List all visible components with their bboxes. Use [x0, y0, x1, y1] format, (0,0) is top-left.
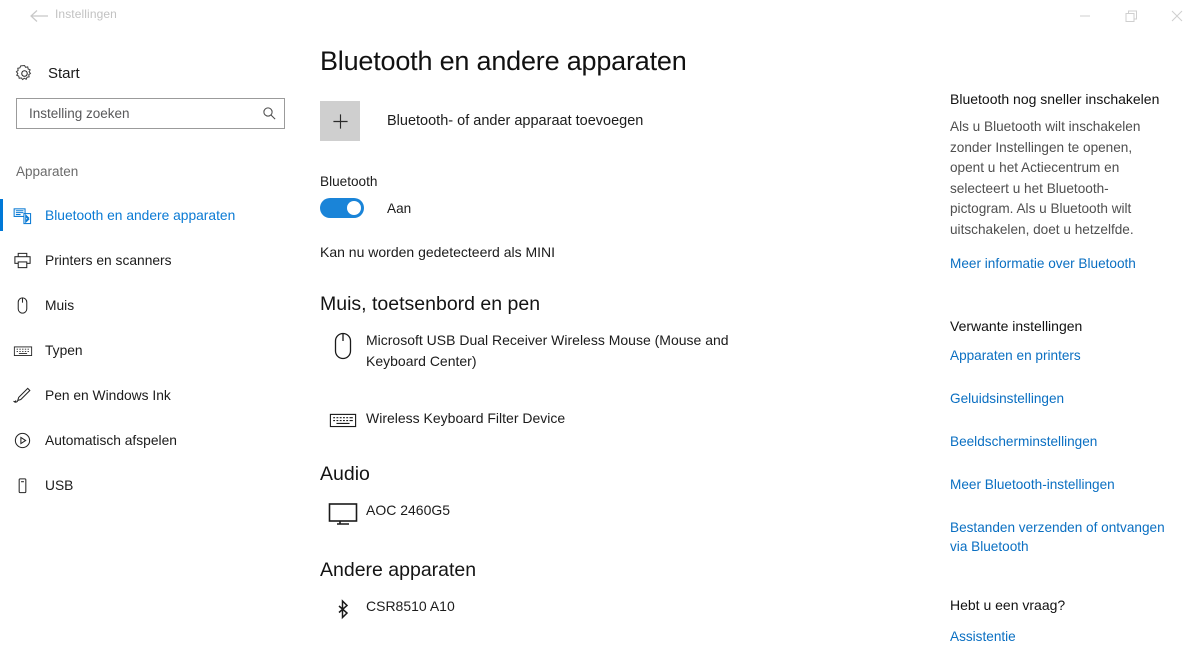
bluetooth-toggle[interactable]: [320, 198, 364, 218]
plus-icon: [320, 101, 360, 141]
sidebar-item-label: Bluetooth en andere apparaten: [45, 208, 236, 223]
selection-indicator: [0, 424, 3, 456]
right-panel: Bluetooth nog sneller inschakelen Als u …: [950, 32, 1200, 644]
search-box[interactable]: [16, 98, 285, 129]
device-row[interactable]: Microsoft USB Dual Receiver Wireless Mou…: [320, 330, 920, 372]
keyboard-icon: [320, 408, 366, 430]
bluetooth-toggle-state: Aan: [387, 200, 412, 216]
keyboard-icon: [0, 341, 45, 361]
link-assistentie[interactable]: Assistentie: [950, 627, 1200, 646]
sidebar-item-label: Pen en Windows Ink: [45, 388, 171, 403]
sidebar-item-label: Muis: [45, 298, 75, 313]
sidebar-nav-list: Bluetooth en andere apparaten Printers e…: [0, 193, 300, 508]
printer-icon: [0, 251, 45, 270]
device-name: CSR8510 A10: [366, 598, 455, 614]
device-name: Microsoft USB Dual Receiver Wireless Mou…: [366, 332, 729, 369]
device-name: AOC 2460G5: [366, 502, 451, 518]
link-beeldscherminstellingen[interactable]: Beeldscherminstellingen: [950, 432, 1175, 451]
sidebar-item-label: USB: [45, 478, 74, 493]
sidebar-group-label: Apparaten: [16, 164, 79, 179]
selection-indicator: [0, 379, 3, 411]
device-row[interactable]: CSR8510 A10: [320, 596, 920, 624]
selection-indicator: [0, 289, 3, 321]
related-settings-heading: Verwante instellingen: [950, 318, 1083, 334]
gear-icon: [0, 64, 48, 83]
tip-heading: Bluetooth nog sneller inschakelen: [950, 91, 1160, 107]
minimize-button[interactable]: [1062, 0, 1108, 32]
link-geluidsinstellingen[interactable]: Geluidsinstellingen: [950, 389, 1175, 408]
question-heading: Hebt u een vraag?: [950, 597, 1066, 613]
sidebar-item-muis[interactable]: Muis: [0, 283, 300, 328]
link-meer-informatie-over-bluetooth[interactable]: Meer informatie over Bluetooth: [950, 254, 1200, 273]
related-settings-links: Apparaten en printers Geluidsinstellinge…: [950, 346, 1200, 556]
selection-indicator: [0, 469, 3, 501]
search-input[interactable]: [17, 106, 254, 121]
search-icon: [254, 106, 284, 121]
link-apparaten-en-printers[interactable]: Apparaten en printers: [950, 346, 1175, 365]
add-device-label: Bluetooth- of ander apparaat toevoegen: [387, 113, 644, 129]
section-heading-input-devices: Muis, toetsenbord en pen: [320, 293, 541, 315]
sidebar-item-bluetooth-en-andere-apparaten[interactable]: Bluetooth en andere apparaten: [0, 193, 300, 238]
sidebar: Start Apparaten Bluetooth en andere appa…: [0, 32, 300, 638]
sidebar-item-typen[interactable]: Typen: [0, 328, 300, 373]
sidebar-item-pen-en-windows-ink[interactable]: Pen en Windows Ink: [0, 373, 300, 418]
add-device-button[interactable]: Bluetooth- of ander apparaat toevoegen: [320, 101, 920, 141]
autoplay-icon: [0, 431, 45, 450]
sidebar-item-usb[interactable]: USB: [0, 463, 300, 508]
app-title: Instellingen: [55, 7, 117, 21]
sidebar-item-automatisch-afspelen[interactable]: Automatisch afspelen: [0, 418, 300, 463]
link-bestanden-verzenden-of-ontvangen-via-bluetooth[interactable]: Bestanden verzenden of ontvangen via Blu…: [950, 518, 1175, 556]
selection-indicator: [0, 334, 3, 366]
selection-indicator: [0, 244, 3, 276]
tip-body: Als u Bluetooth wilt inschakelen zonder …: [950, 119, 1141, 237]
close-button[interactable]: [1154, 0, 1200, 32]
monitor-icon: [320, 500, 366, 526]
title-bar: Instellingen: [0, 0, 1200, 32]
sidebar-item-label: Typen: [45, 343, 83, 358]
mouse-icon: [320, 330, 366, 360]
bluetooth-icon: [320, 596, 366, 624]
section-heading-audio: Audio: [320, 463, 370, 485]
pen-icon: [0, 386, 45, 405]
back-button[interactable]: [28, 5, 50, 27]
sidebar-item-start[interactable]: Start: [0, 55, 300, 91]
sidebar-item-label: Automatisch afspelen: [45, 433, 177, 448]
sidebar-item-printers-en-scanners[interactable]: Printers en scanners: [0, 238, 300, 283]
mouse-icon: [0, 296, 45, 315]
bluetooth-label: Bluetooth: [320, 174, 378, 189]
usb-icon: [0, 476, 45, 495]
bluetooth-toggle-row: Aan: [320, 198, 920, 218]
device-row[interactable]: Wireless Keyboard Filter Device: [320, 408, 920, 430]
page-title: Bluetooth en andere apparaten: [320, 46, 687, 76]
device-row[interactable]: AOC 2460G5: [320, 500, 920, 526]
device-name: Wireless Keyboard Filter Device: [366, 410, 566, 426]
discoverable-text: Kan nu worden gedetecteerd als MINI: [320, 244, 556, 260]
section-heading-other-devices: Andere apparaten: [320, 559, 477, 581]
bluetooth-devices-icon: [0, 206, 45, 225]
window-controls: [1062, 0, 1200, 32]
selection-indicator: [0, 199, 3, 231]
restore-button[interactable]: [1108, 0, 1154, 32]
sidebar-start-label: Start: [48, 64, 80, 82]
main-content: Bluetooth en andere apparaten Bluetooth-…: [320, 32, 920, 638]
toggle-knob: [347, 201, 361, 215]
sidebar-item-label: Printers en scanners: [45, 253, 172, 268]
link-meer-bluetooth-instellingen[interactable]: Meer Bluetooth-instellingen: [950, 475, 1175, 494]
